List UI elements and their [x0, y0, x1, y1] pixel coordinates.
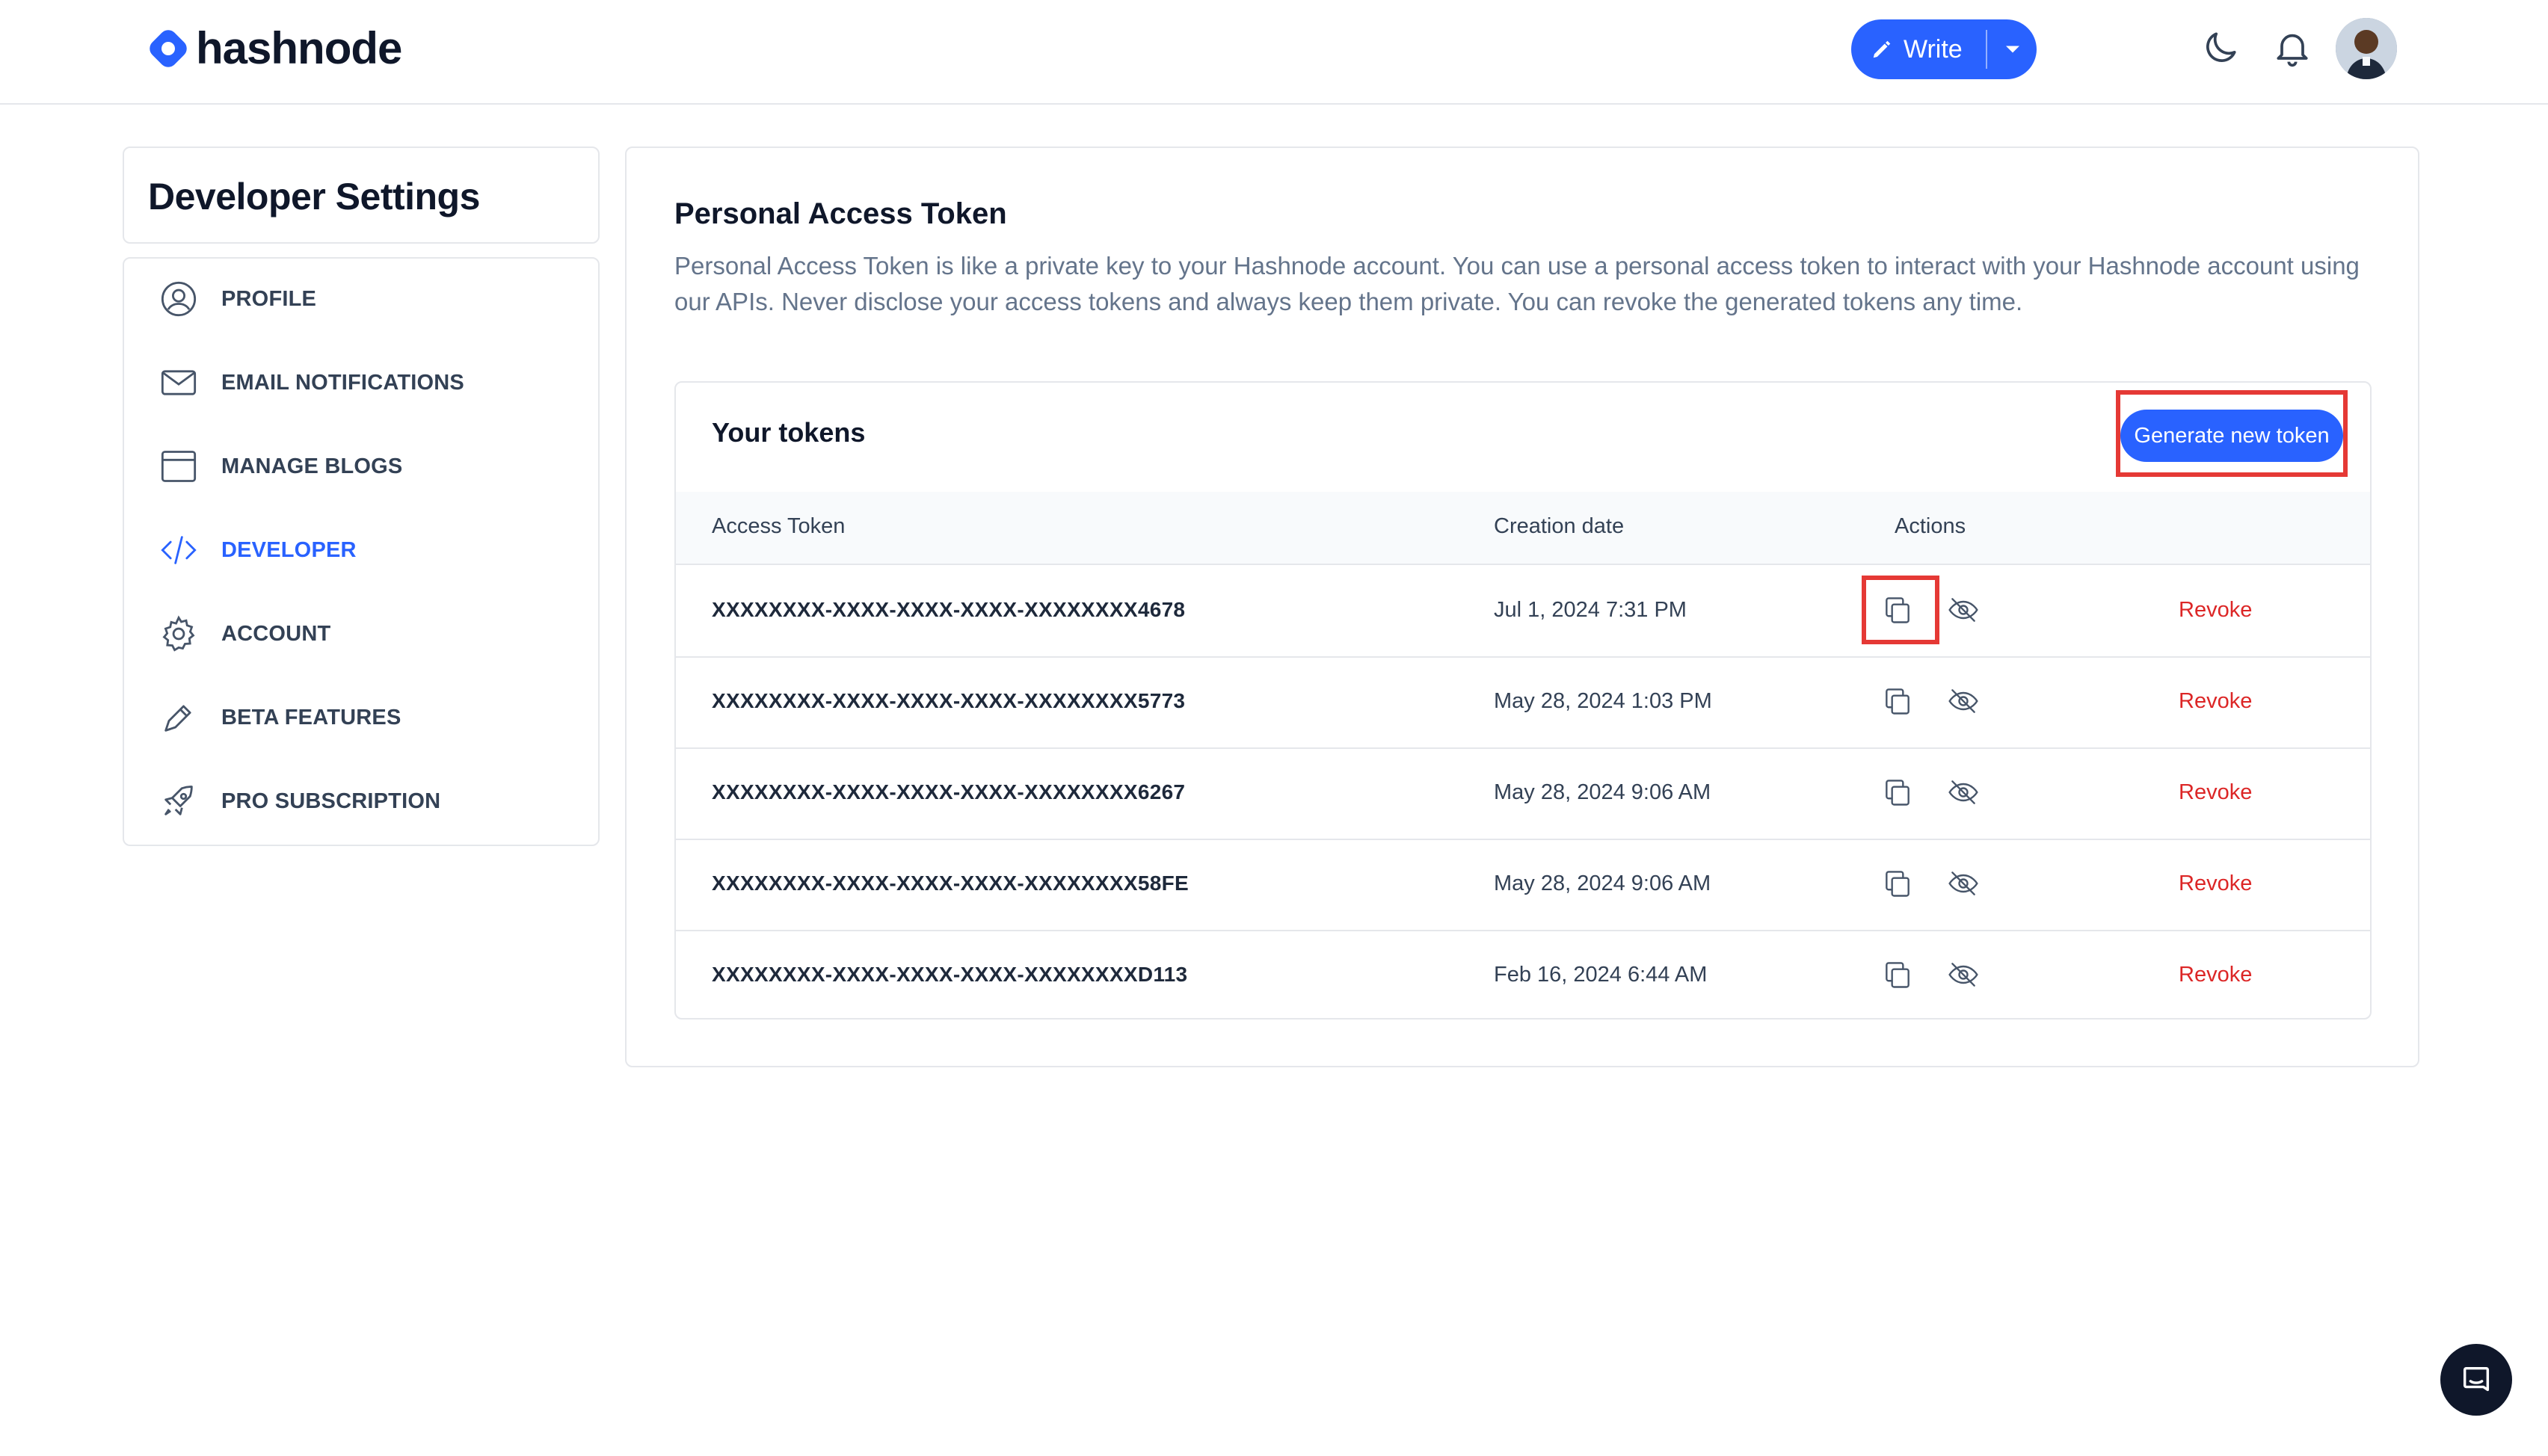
sidebar-title: Developer Settings — [148, 176, 480, 218]
creation-date: May 28, 2024 9:06 AM — [1494, 872, 1711, 895]
rocket-icon — [159, 781, 199, 821]
token-value: XXXXXXXX-XXXX-XXXX-XXXX-XXXXXXXX58FE — [712, 872, 1189, 895]
eye-off-icon — [1948, 780, 1978, 804]
column-header-creation-date: Creation date — [1494, 514, 1625, 538]
token-value: XXXXXXXX-XXXX-XXXX-XXXX-XXXXXXXX5773 — [712, 689, 1186, 712]
pencil-icon — [1873, 40, 1891, 58]
table-row: XXXXXXXX-XXXX-XXXX-XXXX-XXXXXXXX5773 May… — [676, 656, 2370, 749]
token-value: XXXXXXXX-XXXX-XXXX-XXXX-XXXXXXXXD113 — [712, 963, 1188, 986]
sidebar-item-email-notifications[interactable]: EMAIL NOTIFICATIONS — [159, 360, 464, 405]
avatar[interactable] — [2336, 18, 2397, 79]
copy-icon — [1886, 780, 1910, 806]
copy-token-button[interactable] — [1881, 776, 1914, 812]
toggle-visibility-button[interactable] — [1947, 867, 1980, 904]
write-label: Write — [1904, 34, 1963, 64]
sidebar-item-manage-blogs[interactable]: MANAGE BLOGS — [159, 444, 402, 489]
personal-access-token-card: Personal Access Token Personal Access To… — [625, 146, 2419, 1067]
tokens-title: Your tokens — [712, 417, 866, 448]
revoke-button[interactable]: Revoke — [2179, 872, 2252, 896]
eye-off-icon — [1948, 689, 1978, 713]
sidebar-item-label: ACCOUNT — [221, 621, 331, 646]
chat-icon — [2463, 1366, 2490, 1392]
write-dropdown-button[interactable] — [1999, 36, 2026, 67]
column-header-access-token: Access Token — [712, 514, 846, 538]
top-navigation-bar: hashnode Write — [0, 0, 2548, 105]
revoke-button[interactable]: Revoke — [2179, 780, 2252, 805]
sidebar-item-label: PROFILE — [221, 286, 317, 311]
toggle-visibility-button[interactable] — [1947, 958, 1980, 995]
revoke-button[interactable]: Revoke — [2179, 689, 2252, 714]
copy-icon — [1886, 871, 1910, 897]
copy-icon — [1886, 688, 1910, 715]
sidebar-item-account[interactable]: ACCOUNT — [159, 611, 330, 656]
creation-date: May 28, 2024 1:03 PM — [1494, 689, 1712, 713]
eye-off-icon — [1948, 963, 1978, 987]
copy-token-button[interactable] — [1881, 867, 1914, 904]
table-row: XXXXXXXX-XXXX-XXXX-XXXX-XXXXXXXX58FE May… — [676, 839, 2370, 931]
sidebar-item-label: PRO SUBSCRIPTION — [221, 789, 441, 813]
revoke-button[interactable]: Revoke — [2179, 963, 2252, 987]
sidebar-item-label: DEVELOPER — [221, 537, 357, 562]
toggle-visibility-button[interactable] — [1947, 776, 1980, 812]
sidebar-item-beta-features[interactable]: BETA FEATURES — [159, 695, 401, 740]
gear-icon — [159, 614, 199, 654]
sidebar-item-label: MANAGE BLOGS — [221, 454, 403, 478]
token-value: XXXXXXXX-XXXX-XXXX-XXXX-XXXXXXXX4678 — [712, 598, 1186, 621]
code-icon — [159, 530, 199, 570]
table-row: XXXXXXXX-XXXX-XXXX-XXXX-XXXXXXXX6267 May… — [676, 747, 2370, 840]
creation-date: Jul 1, 2024 7:31 PM — [1494, 598, 1687, 622]
bell-icon — [2277, 34, 2308, 67]
write-button[interactable]: Write — [1851, 19, 2037, 79]
settings-sidebar: PROFILE EMAIL NOTIFICATIONS MANAGE BLOGS — [123, 257, 600, 846]
caret-down-icon — [2006, 46, 2019, 53]
revoke-button[interactable]: Revoke — [2179, 598, 2252, 623]
write-divider — [1986, 30, 1987, 69]
sidebar-item-label: BETA FEATURES — [221, 705, 401, 729]
toggle-visibility-button[interactable] — [1947, 685, 1980, 721]
hashnode-logo-icon — [150, 29, 187, 67]
page-description: Personal Access Token is like a private … — [674, 252, 2360, 315]
write-main-action[interactable]: Write — [1851, 19, 1963, 79]
copy-token-button[interactable] — [1881, 685, 1914, 721]
theme-toggle-button[interactable] — [2200, 27, 2241, 73]
eye-off-icon — [1948, 598, 1978, 622]
table-header: Access Token Creation date Actions — [676, 492, 2370, 565]
token-value: XXXXXXXX-XXXX-XXXX-XXXX-XXXXXXXX6267 — [712, 780, 1186, 803]
sidebar-item-developer[interactable]: DEVELOPER — [159, 528, 357, 573]
browser-window-icon — [159, 446, 199, 487]
user-circle-icon — [159, 279, 199, 319]
creation-date: May 28, 2024 9:06 AM — [1494, 780, 1711, 804]
table-row: XXXXXXXX-XXXX-XXXX-XXXX-XXXXXXXX4678 Jul… — [676, 565, 2370, 658]
column-header-actions: Actions — [1895, 514, 1966, 538]
sidebar-item-profile[interactable]: PROFILE — [159, 277, 316, 321]
copy-token-button[interactable] — [1881, 958, 1914, 995]
pen-icon — [159, 697, 199, 738]
hashnode-logo[interactable]: hashnode — [147, 22, 402, 74]
eye-off-icon — [1948, 872, 1978, 895]
logo-text: hashnode — [196, 23, 402, 73]
notifications-button[interactable] — [2271, 27, 2313, 73]
copy-icon — [1886, 597, 1910, 623]
support-chat-button[interactable] — [2440, 1344, 2512, 1416]
table-row: XXXXXXXX-XXXX-XXXX-XXXX-XXXXXXXXD113 Feb… — [676, 930, 2370, 1018]
moon-icon — [2206, 32, 2236, 63]
copy-icon — [1886, 962, 1910, 988]
toggle-visibility-button[interactable] — [1947, 593, 1980, 630]
sidebar-item-pro-subscription[interactable]: PRO SUBSCRIPTION — [159, 779, 440, 824]
mail-icon — [159, 363, 199, 403]
avatar-image — [2336, 18, 2397, 79]
sidebar-item-label: EMAIL NOTIFICATIONS — [221, 370, 464, 395]
tokens-table-card: Your tokens Generate new token Access To… — [674, 381, 2372, 1019]
copy-token-button[interactable] — [1881, 593, 1914, 630]
sidebar-title-card: Developer Settings — [123, 146, 600, 244]
page-title: Personal Access Token — [674, 197, 1007, 230]
creation-date: Feb 16, 2024 6:44 AM — [1494, 963, 1708, 987]
generate-new-token-button[interactable]: Generate new token — [2120, 410, 2343, 462]
